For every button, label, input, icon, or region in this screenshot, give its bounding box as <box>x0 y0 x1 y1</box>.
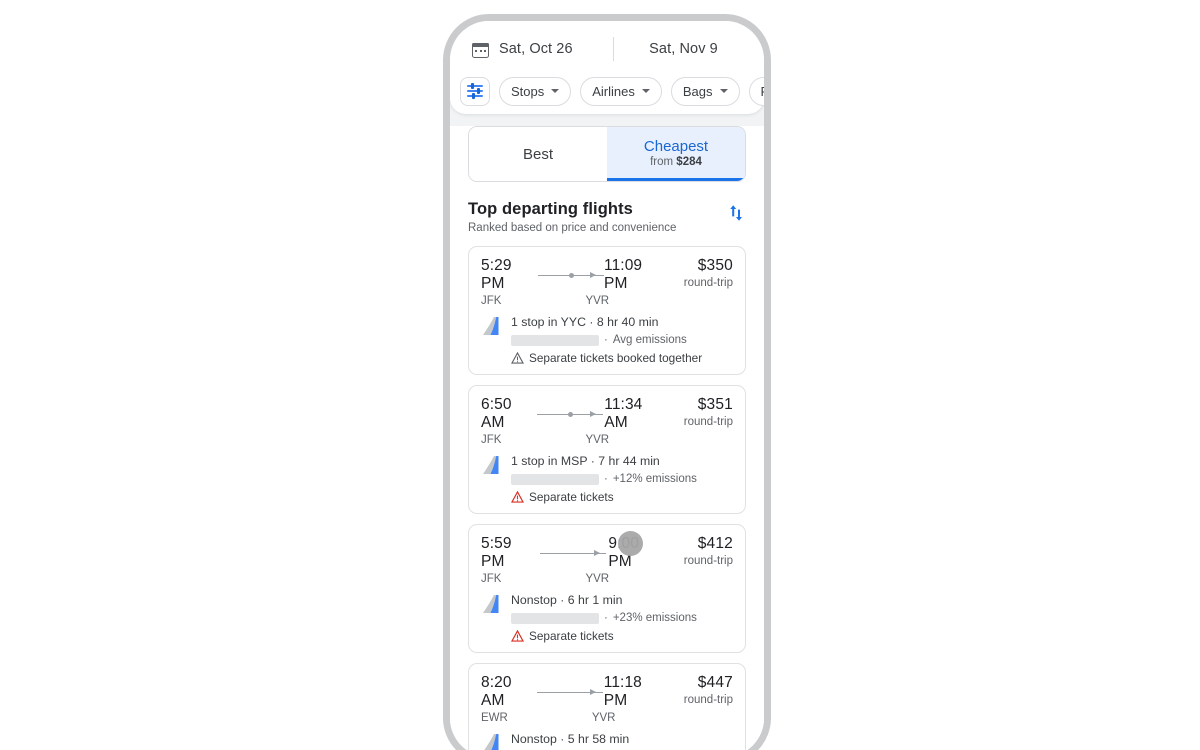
filter-chip-stops[interactable]: Stops <box>499 76 572 106</box>
flight-warning: Separate tickets <box>511 490 733 504</box>
filter-chip-bags[interactable]: Bags <box>670 76 740 106</box>
filter-chip-row: Stops Airlines Bags Pric <box>450 74 764 108</box>
page-title: Top departing flights <box>468 200 633 218</box>
calendar-icon <box>472 41 489 58</box>
flight-depart-time: 5:29 PM <box>481 257 512 292</box>
flight-arrive-time: 11:34 AM <box>604 396 643 431</box>
filter-chip-bags-label: Bags <box>682 83 713 99</box>
flight-card[interactable]: 6:50 AM 11:34 AM JFK YVR $351 round-trip… <box>468 385 746 514</box>
date-range-selector[interactable]: Sat, Oct 26 Sat, Nov 9 <box>460 29 754 69</box>
tab-cheapest-price: $284 <box>676 155 702 168</box>
emissions-separator: · <box>604 473 608 485</box>
flight-path-arrow-icon <box>537 408 604 420</box>
flight-card[interactable]: 5:29 PM 11:09 PM JFK YVR $350 round-trip… <box>468 246 746 375</box>
filter-chip-airlines-label: Airlines <box>592 83 635 99</box>
flight-emissions: Avg emissions <box>612 334 687 346</box>
flight-stops-duration: 1 stop in YYC · 8 hr 40 min <box>511 315 659 329</box>
flight-price: $351 <box>697 396 733 413</box>
tab-best[interactable]: Best <box>469 127 607 181</box>
warning-triangle-icon <box>511 630 524 642</box>
flight-depart-airport: JFK <box>481 573 502 585</box>
tune-filter-icon <box>467 83 483 99</box>
flight-path-arrow-icon <box>539 547 606 559</box>
sort-swap-vertical-icon[interactable] <box>726 202 746 224</box>
depart-date-field[interactable]: Sat, Oct 26 <box>460 29 613 69</box>
flight-stops-duration: Nonstop · 5 hr 58 min <box>511 732 630 746</box>
phone-device-frame: Sat, Oct 26 Sat, Nov 9 Stops Airlines Ba… <box>443 14 771 750</box>
return-date-text: Sat, Nov 9 <box>649 41 718 57</box>
airline-name-redacted-bar <box>511 334 599 346</box>
flight-results-list: 5:29 PM 11:09 PM JFK YVR $350 round-trip… <box>468 246 746 750</box>
flight-arrive-airport: YVR <box>585 295 610 307</box>
flight-stops-duration: 1 stop in MSP · 7 hr 44 min <box>511 454 660 468</box>
filter-chip-stops-label: Stops <box>511 83 545 99</box>
airline-tail-fin-logo <box>481 592 503 622</box>
airline-tail-fin-logo <box>481 453 503 483</box>
return-date-field[interactable]: Sat, Nov 9 <box>613 29 754 69</box>
filter-chip-price-label: Pric <box>761 84 764 99</box>
top-departing-header: Top departing flights Ranked based on pr… <box>468 200 746 234</box>
results-sheet: Best Cheapest from $284 Top departing fl… <box>450 126 764 750</box>
flight-depart-airport: JFK <box>481 434 502 446</box>
flight-path-arrow-icon <box>537 686 604 698</box>
tab-cheapest-sub: from $284 <box>650 156 702 168</box>
airline-tail-fin-logo <box>481 731 503 750</box>
phone-screen: Sat, Oct 26 Sat, Nov 9 Stops Airlines Ba… <box>450 21 764 750</box>
sort-tabs: Best Cheapest from $284 <box>468 126 746 182</box>
chevron-down-icon <box>641 89 650 93</box>
flight-emissions: +23% emissions <box>612 612 697 624</box>
tab-cheapest[interactable]: Cheapest from $284 <box>607 127 745 181</box>
emissions-separator: · <box>604 334 608 346</box>
warning-triangle-icon <box>511 491 524 503</box>
flight-card[interactable]: 8:20 AM 11:18 PM EWR YVR $447 round-trip… <box>468 663 746 750</box>
flight-warning-text: Separate tickets booked together <box>529 351 703 365</box>
screenshot-root: Sat, Oct 26 Sat, Nov 9 Stops Airlines Ba… <box>0 0 1200 750</box>
flight-depart-airport: EWR <box>481 712 508 724</box>
flight-price-note: round-trip <box>683 416 733 428</box>
all-filters-button[interactable] <box>460 76 490 106</box>
page-subtitle: Ranked based on price and convenience <box>468 222 677 234</box>
flight-depart-time: 5:59 PM <box>481 535 512 570</box>
flight-warning-text: Separate tickets <box>529 629 614 643</box>
flight-emissions: +12% emissions <box>612 473 697 485</box>
tab-cheapest-sub-prefix: from <box>650 155 677 168</box>
chevron-down-icon <box>719 89 728 93</box>
filter-chip-airlines[interactable]: Airlines <box>580 76 662 106</box>
flight-depart-time: 6:50 AM <box>481 396 512 431</box>
search-header: Sat, Oct 26 Sat, Nov 9 Stops Airlines Ba… <box>450 21 764 114</box>
emissions-separator: · <box>604 612 608 624</box>
flight-arrive-airport: YVR <box>585 434 610 446</box>
flight-warning-text: Separate tickets <box>529 490 614 504</box>
flight-price: $350 <box>697 257 733 274</box>
flight-depart-airport: JFK <box>481 295 502 307</box>
flight-depart-time: 8:20 AM <box>481 674 512 709</box>
flight-arrive-airport: YVR <box>591 712 616 724</box>
flight-warning: Separate tickets <box>511 629 733 643</box>
flight-warning: Separate tickets booked together <box>511 351 733 365</box>
flight-price-note: round-trip <box>683 555 733 567</box>
warning-triangle-icon <box>511 352 524 364</box>
flight-arrive-airport: YVR <box>585 573 610 585</box>
tab-best-label: Best <box>522 145 553 163</box>
flight-price-note: round-trip <box>683 277 733 289</box>
airline-name-redacted-bar <box>511 473 599 485</box>
results-scroll-area[interactable]: Best Cheapest from $284 Top departing fl… <box>450 114 764 750</box>
mouse-cursor-dot <box>618 531 643 556</box>
depart-date-text: Sat, Oct 26 <box>499 41 573 57</box>
airline-name-redacted-bar <box>511 612 599 624</box>
flight-arrive-time: 11:09 PM <box>604 257 643 292</box>
flight-stops-duration: Nonstop · 6 hr 1 min <box>511 593 623 607</box>
flight-price: $412 <box>697 535 733 552</box>
tab-cheapest-label: Cheapest <box>643 137 709 155</box>
flight-price-note: round-trip <box>683 694 733 706</box>
airline-tail-fin-logo <box>481 314 503 344</box>
filter-chip-price[interactable]: Pric <box>748 76 764 106</box>
chevron-down-icon <box>551 89 560 93</box>
flight-path-arrow-icon <box>537 269 604 281</box>
flight-price: $447 <box>697 674 733 691</box>
flight-arrive-time: 11:18 PM <box>603 674 642 709</box>
flight-card[interactable]: 5:59 PM 9:00 PM JFK YVR <box>468 524 746 653</box>
